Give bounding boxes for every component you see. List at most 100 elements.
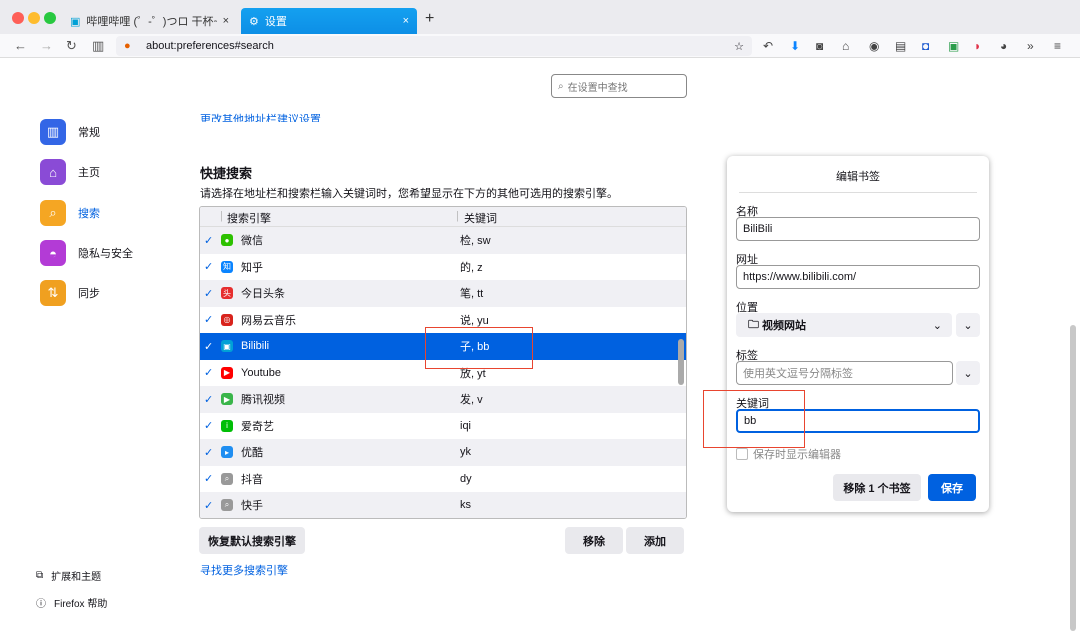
screenshot-icon[interactable]: ◙ [816,39,823,53]
engine-icon: ⌕ [221,499,233,512]
reader-view-icon[interactable]: ▥ [92,38,104,54]
pocket-icon[interactable]: ◗ [974,39,981,53]
remove-button[interactable]: 移除 [565,527,623,554]
circle-icon[interactable]: ◉ [869,39,879,53]
sidebar-item-privacy[interactable]: ◓ 隐私与安全 [40,240,133,266]
bookmark-star-icon[interactable]: ☆ [734,40,744,53]
checkmark-icon[interactable]: ✓ [204,313,213,326]
sidebar-extensions[interactable]: ⧉ 扩展和主题 [36,568,101,583]
save-button[interactable]: 保存 [928,474,976,501]
close-window-button[interactable] [12,12,24,24]
engine-name: 知乎 [241,261,263,274]
address-bar-settings-link[interactable]: 更改其他地址栏建议设置 [200,112,321,122]
folder-icon: 🗀 [748,318,759,331]
general-icon: ▥ [40,119,66,145]
location-select[interactable]: 🗀 视频网站 ⌄ [736,313,952,337]
engine-name: 快手 [241,500,263,513]
checkmark-icon[interactable]: ✓ [204,234,213,247]
name-input[interactable]: BiliBili [736,217,980,241]
section-description: 请选择在地址栏和搜索栏输入关键词时，您希望显示在下方的其他可选用的搜索引擎。 [200,188,618,200]
new-tab-button[interactable]: + [425,10,434,28]
show-editor-checkbox[interactable]: 保存时显示编辑器 [736,446,841,462]
table-row[interactable]: ✓ ▶ 腾讯视频 发, v [200,386,686,413]
table-scrollbar[interactable] [678,339,684,385]
url-input[interactable]: https://www.bilibili.com/ [736,265,980,289]
checkmark-icon[interactable]: ✓ [204,366,213,379]
engine-icon: ▸ [221,446,233,459]
table-row[interactable]: ✓ 头今日头条 笔, tt [200,280,686,307]
tab-settings[interactable]: ⚙ 设置 × [241,8,417,34]
menu-icon[interactable]: ≡ [1054,39,1061,53]
engine-keyword[interactable]: ks [460,499,471,511]
sidebar-item-home[interactable]: ⌂ 主页 [40,159,100,185]
checkmark-icon[interactable]: ✓ [204,499,213,512]
engine-icon: ▶ [221,366,233,379]
rocket-icon[interactable]: ⌂ [842,39,849,53]
engine-keyword[interactable]: 笔, tt [460,285,483,301]
save-icon[interactable]: ▣ [948,39,959,53]
remove-bookmark-button[interactable]: 移除 1 个书签 [833,474,921,501]
engine-keyword[interactable]: 发, v [460,391,483,407]
highlight-box [425,327,533,369]
back-icon[interactable]: ← [14,38,27,53]
engine-icon: i [221,419,233,432]
folder-tree-toggle[interactable]: ⌄ [956,313,980,337]
close-tab-icon[interactable]: × [403,15,409,27]
engine-icon: ◎ [221,313,233,326]
checkmark-icon[interactable]: ✓ [204,472,213,485]
engine-name: 腾讯视频 [241,394,285,407]
container-icon[interactable]: ▤ [895,39,906,53]
column-keyword[interactable]: 关键词 [464,210,497,226]
checkmark-icon[interactable]: ✓ [204,340,213,353]
engine-icon: ▣ [221,340,233,353]
tags-input[interactable]: 使用英文逗号分隔标签 [736,361,953,385]
tab-bilibili[interactable]: ▣哔哩哔哩 (゜-゜)つロ 干杯~-bilibili× [62,8,237,34]
column-engine[interactable]: 搜索引擎 [227,210,271,226]
table-row[interactable]: ✓ ● 微信 检, sw [200,227,686,254]
checkmark-icon[interactable]: ✓ [204,419,213,432]
checkmark-icon[interactable]: ✓ [204,287,213,300]
engine-keyword[interactable]: 检, sw [460,232,491,248]
sidebar-item-sync[interactable]: ⇅ 同步 [40,280,100,306]
checkmark-icon[interactable]: ✓ [204,260,213,273]
close-tab-icon[interactable]: × [223,15,229,27]
panda-icon[interactable]: ◕ [1000,39,1007,53]
table-row[interactable]: ✓ 知知乎 的, z [200,254,686,281]
sidebar-item-general[interactable]: ▥ 常规 [40,119,100,145]
tab-bar: ▣哔哩哔哩 (゜-゜)つロ 干杯~-bilibili× ⚙设置× + [0,0,1080,34]
checkmark-icon[interactable]: ✓ [204,393,213,406]
settings-search-input[interactable]: ⌕ 在设置中查找 [551,74,687,98]
reload-icon[interactable]: ↻ [66,38,77,54]
firefox-icon: ● [124,40,131,52]
address-bar[interactable]: ● about:preferences#search ☆ [116,36,752,56]
table-row[interactable]: ✓ ⌕ 快手 ks [200,492,686,518]
extension-icon[interactable]: ↶ [763,39,773,53]
engine-keyword[interactable]: 的, z [460,259,483,275]
engine-name: Youtube [241,366,281,379]
overflow-icon[interactable]: » [1027,39,1034,53]
table-row[interactable]: ✓ ▸ 优酷 yk [200,439,686,466]
table-row[interactable]: ✓ ⌕ 抖音 dy [200,466,686,493]
add-button[interactable]: 添加 [626,527,684,554]
sidebar-item-search[interactable]: ⌕ 搜索 [40,200,100,226]
sidebar-help[interactable]: ⓘ Firefox 帮助 [36,595,107,610]
section-title: 快捷搜索 [200,166,253,181]
help-icon: ⓘ [36,599,46,610]
engine-icon: ● [221,234,233,247]
gear-icon: ⚙ [249,15,259,28]
minimize-window-button[interactable] [28,12,40,24]
page-scrollbar[interactable] [1070,325,1076,631]
table-row[interactable]: ✓ i 爱奇艺 iqi [200,413,686,440]
find-more-engines-link[interactable]: 寻找更多搜索引擎 [200,562,288,578]
engine-keyword[interactable]: iqi [460,420,471,432]
engine-keyword[interactable]: dy [460,473,472,485]
bitwarden-icon[interactable]: ◘ [922,39,929,53]
maximize-window-button[interactable] [44,12,56,24]
checkmark-icon[interactable]: ✓ [204,446,213,459]
tags-toggle[interactable]: ⌄ [956,361,980,385]
engine-keyword[interactable]: yk [460,446,471,458]
download-icon[interactable]: ⬇ [790,39,800,53]
forward-icon[interactable]: → [40,38,53,53]
restore-defaults-button[interactable]: 恢复默认搜索引擎 [199,527,305,554]
engine-keyword[interactable]: 说, yu [460,312,489,328]
